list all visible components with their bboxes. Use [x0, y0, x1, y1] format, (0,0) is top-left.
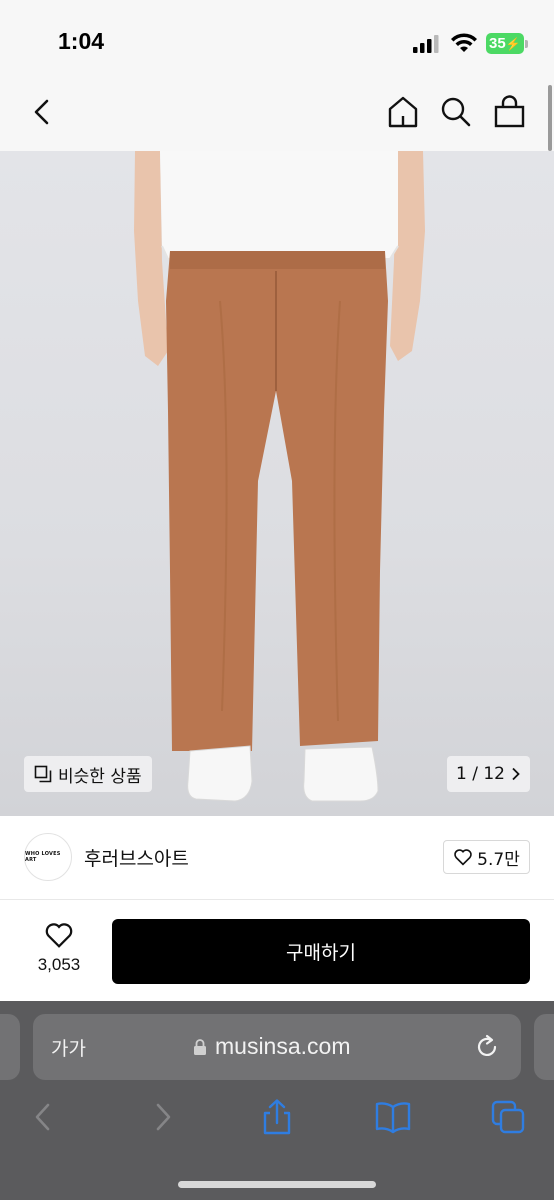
page-settings-button[interactable]: 가가	[51, 1034, 86, 1061]
similar-products-label: 비슷한 상품	[58, 766, 142, 787]
address-bar[interactable]: 가가 musinsa.com	[33, 1014, 521, 1080]
image-counter: 1 / 12	[456, 764, 505, 784]
image-counter-button[interactable]: 1 / 12	[447, 756, 530, 792]
status-time: 1:04	[58, 28, 105, 54]
next-tab-peek[interactable]	[534, 1014, 554, 1080]
forward-arrow-icon[interactable]	[144, 1099, 182, 1135]
url-display[interactable]: musinsa.com	[193, 1033, 350, 1060]
wifi-icon	[451, 33, 477, 52]
url-text: musinsa.com	[215, 1033, 351, 1059]
reload-icon[interactable]	[473, 1033, 501, 1061]
shopping-bag-icon[interactable]	[492, 94, 528, 130]
heart-icon	[454, 849, 472, 866]
product-image[interactable]: 비슷한 상품 1 / 12	[0, 151, 554, 816]
previous-tab-peek[interactable]	[0, 1014, 20, 1080]
similar-products-button[interactable]: 비슷한 상품	[24, 756, 152, 792]
browser-toolbar: 가가 musinsa.com	[0, 1001, 554, 1200]
home-indicator	[178, 1181, 376, 1188]
search-icon[interactable]	[438, 94, 474, 130]
chevron-left-icon[interactable]	[24, 94, 60, 130]
buy-button[interactable]: 구매하기	[112, 919, 530, 984]
cellular-signal-icon	[413, 35, 439, 53]
tabs-icon[interactable]	[490, 1099, 528, 1135]
product-photo-illustration	[134, 151, 425, 802]
brand-logo[interactable]: WHO LOVES ART	[24, 833, 72, 881]
brand-row: WHO LOVES ART 후러브스아트 5.7만	[0, 816, 554, 900]
battery-indicator: 35⚡	[486, 33, 524, 54]
brand-like-button[interactable]: 5.7만	[443, 840, 530, 874]
copy-square-icon	[34, 765, 52, 783]
scroll-indicator	[548, 85, 552, 151]
heart-icon	[45, 923, 73, 948]
wishlist-count: 3,053	[37, 955, 81, 974]
lock-icon	[194, 1038, 206, 1055]
bookmarks-icon[interactable]	[374, 1099, 412, 1135]
status-bar: 1:04 35⚡	[0, 0, 554, 78]
back-arrow-icon[interactable]	[26, 1099, 64, 1135]
brand-logo-text: WHO LOVES ART	[25, 851, 61, 863]
home-icon[interactable]	[385, 94, 421, 130]
wishlist-button[interactable]: 3,053	[20, 921, 98, 981]
charging-bolt-icon: ⚡	[505, 37, 521, 51]
purchase-bar: 3,053 구매하기	[0, 901, 554, 1001]
share-icon[interactable]	[258, 1099, 296, 1135]
battery-tip	[525, 40, 528, 48]
brand-name[interactable]: 후러브스아트	[84, 844, 189, 871]
brand-like-count: 5.7만	[477, 849, 520, 870]
app-header	[0, 78, 554, 151]
chevron-right-icon	[512, 767, 520, 781]
battery-level: 35	[489, 35, 506, 52]
